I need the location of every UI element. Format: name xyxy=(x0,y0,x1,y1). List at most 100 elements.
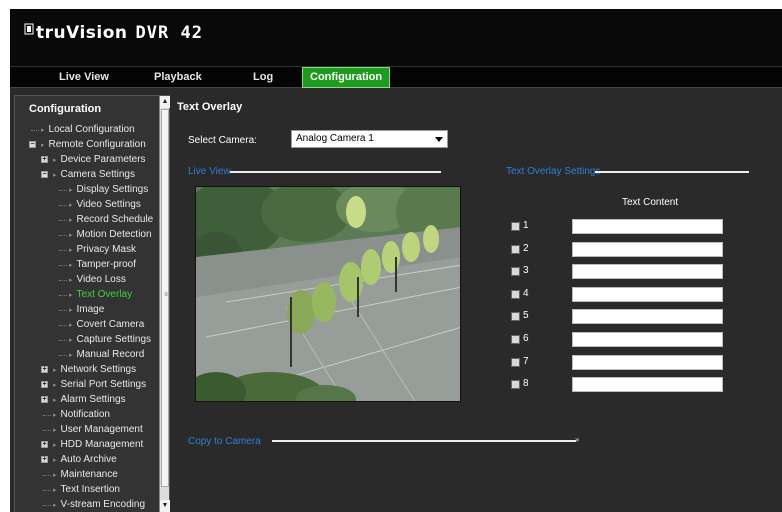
overlay-checkbox[interactable] xyxy=(511,289,520,299)
text-content-field[interactable] xyxy=(572,286,723,302)
sidebar-item-label: Tamper-proof xyxy=(76,259,136,270)
expand-icon[interactable]: + xyxy=(41,381,48,388)
sidebar-item-hdd-management[interactable]: ▸ HDD Management xyxy=(53,437,143,452)
text-content-field[interactable] xyxy=(572,219,723,234)
overlay-number: 8 xyxy=(523,378,529,390)
tree-connector xyxy=(59,310,67,311)
camera-select[interactable]: Analog Camera 1 xyxy=(291,130,448,148)
sidebar-item-label: V-stream Encoding xyxy=(60,499,146,510)
sidebar-item-label: Capture Settings xyxy=(76,334,152,345)
sidebar-item-user-management[interactable]: ▸ User Management xyxy=(53,422,143,437)
chevron-right-icon: ▸ xyxy=(69,217,73,224)
overlay-checkbox[interactable] xyxy=(511,335,520,344)
sidebar-item-alarm-settings[interactable]: ▸ Alarm Settings xyxy=(53,392,126,407)
expand-icon[interactable]: + xyxy=(41,456,48,463)
main-nav: Live View Playback Log Configuration xyxy=(10,66,782,88)
overlay-checkbox[interactable] xyxy=(511,222,520,231)
tab-configuration[interactable]: Configuration xyxy=(302,67,391,88)
tree-connector xyxy=(59,325,67,326)
chevron-right-icon: ▸ xyxy=(53,397,57,404)
collapse-icon[interactable]: − xyxy=(41,171,48,178)
sidebar-item-motion-detection[interactable]: ▸ Motion Detection xyxy=(69,227,152,242)
chevron-right-icon: ▸ xyxy=(69,292,73,299)
tree-connector xyxy=(59,265,67,266)
sidebar-item-video-loss[interactable]: ▸ Video Loss xyxy=(69,272,126,287)
collapse-icon[interactable]: − xyxy=(29,141,36,148)
sidebar-item-label: Text Insertion xyxy=(60,484,120,495)
sidebar-item-local-configuration[interactable]: ▸ Local Configuration xyxy=(41,122,135,137)
tab-live-view[interactable]: Live View xyxy=(52,67,147,88)
expand-icon[interactable]: + xyxy=(41,156,48,163)
sidebar-item-remote-configuration[interactable]: ▸ Remote Configuration xyxy=(41,137,146,152)
sidebar-item-privacy-mask[interactable]: ▸ Privacy Mask xyxy=(69,242,136,257)
sidebar-item-tamper-proof[interactable]: ▸ Tamper-proof xyxy=(69,257,136,272)
chevron-down-icon xyxy=(435,137,443,142)
dvr-web-app: truVision DVR 42 Live View Playback Log Con… xyxy=(10,9,782,512)
sidebar-item-record-schedule[interactable]: ▸ Record Schedule xyxy=(69,212,153,227)
text-content-field[interactable] xyxy=(572,241,723,257)
tree-connector xyxy=(59,190,67,191)
expand-icon[interactable]: + xyxy=(41,441,48,448)
scroll-down-icon[interactable]: ▼ xyxy=(160,500,170,512)
sidebar-item-camera-settings[interactable]: ▸ Camera Settings xyxy=(53,167,135,182)
model-name: DVR 42 xyxy=(135,23,203,43)
sidebar-item-label: Text Overlay xyxy=(76,289,133,300)
expand-icon[interactable]: + xyxy=(41,396,48,403)
sidebar-item-display-settings[interactable]: ▸ Display Settings xyxy=(69,182,148,197)
text-content-field[interactable] xyxy=(572,264,723,280)
divider xyxy=(272,440,576,442)
sidebar-item-v-stream-encoding[interactable]: ▸ V-stream Encoding xyxy=(53,497,145,512)
tab-playback[interactable]: Playback xyxy=(147,67,246,88)
sidebar-item-text-insertion[interactable]: ▸ Text Insertion xyxy=(53,482,120,497)
chevron-right-icon: ▸ xyxy=(53,457,57,464)
sidebar-item-label: Serial Port Settings xyxy=(60,379,147,390)
text-content-field[interactable] xyxy=(572,354,723,370)
tree-connector xyxy=(59,295,67,296)
sidebar-item-label: Manual Record xyxy=(76,349,145,360)
live-view-label: Live View xyxy=(188,166,231,177)
sidebar-item-network-settings[interactable]: ▸ Network Settings xyxy=(53,362,136,377)
scroll-thumb[interactable]: ≡ xyxy=(161,109,169,487)
chevron-right-icon: ▸ xyxy=(53,367,57,374)
tree-connector xyxy=(43,505,51,506)
tree-connector xyxy=(59,355,67,356)
sidebar-scrollbar[interactable]: ▲ ≡ ▼ xyxy=(159,96,170,512)
camera-select-value: Analog Camera 1 xyxy=(296,133,374,144)
text-content-field[interactable] xyxy=(572,377,723,393)
sidebar-item-maintenance[interactable]: ▸ Maintenance xyxy=(53,467,118,482)
tree-connector xyxy=(59,340,67,341)
sidebar-item-capture-settings[interactable]: ▸ Capture Settings xyxy=(69,332,151,347)
chevron-right-icon: ▸ xyxy=(69,202,73,209)
expand-icon[interactable]: » xyxy=(575,435,579,444)
sidebar-item-covert-camera[interactable]: ▸ Covert Camera xyxy=(69,317,144,332)
sidebar-item-label: HDD Management xyxy=(60,439,144,450)
sidebar-item-label: Local Configuration xyxy=(48,124,135,135)
overlay-checkbox[interactable] xyxy=(511,357,520,367)
sidebar-item-device-parameters[interactable]: ▸ Device Parameters xyxy=(53,152,146,167)
sidebar-item-auto-archive[interactable]: ▸ Auto Archive xyxy=(53,452,117,467)
chevron-right-icon: ▸ xyxy=(69,322,73,329)
overlay-number: 1 xyxy=(523,220,529,231)
expand-icon[interactable]: + xyxy=(41,366,48,373)
sidebar-item-label: Motion Detection xyxy=(76,229,152,240)
text-content-header: Text Content xyxy=(622,197,679,208)
sidebar-item-video-settings[interactable]: ▸ Video Settings xyxy=(69,197,141,212)
sidebar-item-manual-record[interactable]: ▸ Manual Record xyxy=(69,347,144,362)
sidebar-item-image[interactable]: ▸ Image xyxy=(69,302,104,317)
overlay-checkbox[interactable] xyxy=(511,380,520,390)
overlay-checkbox[interactable] xyxy=(511,244,520,254)
chevron-right-icon: ▸ xyxy=(53,412,57,419)
sidebar-item-label: Alarm Settings xyxy=(60,394,126,405)
sidebar-item-text-overlay[interactable]: ▸ Text Overlay xyxy=(69,287,132,302)
sidebar-item-notification[interactable]: ▸ Notification xyxy=(53,407,110,422)
sidebar-item-label: User Management xyxy=(60,424,143,435)
tab-log[interactable]: Log xyxy=(246,67,302,88)
text-content-field[interactable] xyxy=(572,309,723,325)
overlay-checkbox[interactable] xyxy=(511,312,520,322)
sidebar-item-label: Camera Settings xyxy=(60,169,135,180)
chevron-right-icon: ▸ xyxy=(53,487,57,494)
scroll-up-icon[interactable]: ▲ xyxy=(160,96,170,108)
sidebar-item-serial-port-settings[interactable]: ▸ Serial Port Settings xyxy=(53,377,146,392)
text-content-field[interactable] xyxy=(572,332,723,347)
overlay-checkbox[interactable] xyxy=(511,267,520,277)
